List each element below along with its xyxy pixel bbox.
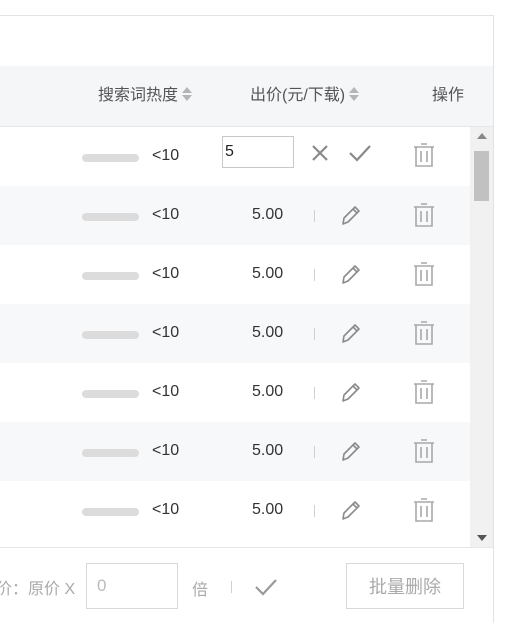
heat-bar <box>82 272 139 280</box>
header-action-label: 操作 <box>432 87 465 104</box>
price-value: 5.00 <box>252 501 284 518</box>
scroll-up-arrow-icon[interactable] <box>477 133 487 139</box>
header-price[interactable]: 出价(元/下载) <box>250 66 360 126</box>
trash-icon[interactable] <box>412 202 436 228</box>
close-icon[interactable] <box>310 143 330 163</box>
table-header: 搜索词热度 出价(元/下载) 操作 <box>0 66 493 127</box>
table-row: <10 5.00 <box>0 245 470 304</box>
sort-arrows-icon[interactable] <box>182 86 193 102</box>
separator <box>314 210 315 222</box>
price-value: 5.00 <box>252 206 284 223</box>
batch-action-bar: 价：原价 X 倍 批量删除 <box>0 547 493 624</box>
separator <box>314 328 315 340</box>
heat-value: <10 <box>152 501 180 518</box>
heat-value: <10 <box>152 206 180 223</box>
heat-bar <box>82 154 139 162</box>
pencil-icon[interactable] <box>340 439 362 463</box>
table-row: <10 5.00 <box>0 422 470 481</box>
price-value: 5.00 <box>252 324 284 341</box>
sort-arrows-icon[interactable] <box>349 86 360 102</box>
heat-bar <box>82 390 139 398</box>
top-input-area[interactable] <box>0 16 493 67</box>
pencil-icon[interactable] <box>340 262 362 286</box>
heat-value: <10 <box>152 442 180 459</box>
table-row: <10 <box>0 127 470 186</box>
heat-value: <10 <box>152 265 180 282</box>
multiplier-input[interactable] <box>86 563 178 609</box>
table-row: <10 5.00 <box>0 186 470 245</box>
heat-bar <box>82 508 139 516</box>
scrollbar-thumb[interactable] <box>474 151 489 201</box>
heat-value: <10 <box>152 383 180 400</box>
check-icon[interactable] <box>254 577 278 597</box>
pencil-icon[interactable] <box>340 498 362 522</box>
scroll-down-arrow-icon[interactable] <box>477 535 487 541</box>
price-value: 5.00 <box>252 442 284 459</box>
header-action: 操作 <box>432 66 464 126</box>
table-body: <10 <10 5.00 <box>0 127 470 547</box>
heat-bar <box>82 331 139 339</box>
vertical-scrollbar[interactable] <box>470 127 493 547</box>
trash-icon[interactable] <box>412 379 436 405</box>
separator <box>314 387 315 399</box>
separator <box>314 505 315 517</box>
separator <box>314 269 315 281</box>
trash-icon[interactable] <box>412 438 436 464</box>
table-row: <10 5.00 <box>0 363 470 422</box>
header-price-label: 出价(元/下载) <box>250 87 346 104</box>
heat-bar <box>82 449 139 457</box>
header-heat-label: 搜索词热度 <box>98 87 179 104</box>
trash-icon[interactable] <box>412 320 436 346</box>
pencil-icon[interactable] <box>340 203 362 227</box>
table-row: <10 5.00 <box>0 481 470 540</box>
price-value: 5.00 <box>252 383 284 400</box>
heat-bar <box>82 213 139 221</box>
table-row: <10 5.00 <box>0 304 470 363</box>
trash-icon[interactable] <box>412 497 436 523</box>
pencil-icon[interactable] <box>340 321 362 345</box>
header-heat[interactable]: 搜索词热度 <box>98 66 193 126</box>
heat-value: <10 <box>152 324 180 341</box>
separator <box>314 446 315 458</box>
price-value: 5.00 <box>252 265 284 282</box>
check-icon[interactable] <box>348 143 372 163</box>
trash-icon[interactable] <box>412 261 436 287</box>
keyword-bid-panel: 搜索词热度 出价(元/下载) 操作 <10 <10 <box>0 15 494 624</box>
price-input[interactable] <box>222 136 294 168</box>
separator <box>231 581 232 593</box>
pencil-icon[interactable] <box>340 380 362 404</box>
heat-value: <10 <box>152 147 180 164</box>
trash-icon[interactable] <box>412 142 436 168</box>
batch-delete-button[interactable]: 批量删除 <box>346 563 464 609</box>
times-label: 倍 <box>192 582 209 599</box>
price-multiplier-label: 价：原价 X <box>0 581 76 598</box>
